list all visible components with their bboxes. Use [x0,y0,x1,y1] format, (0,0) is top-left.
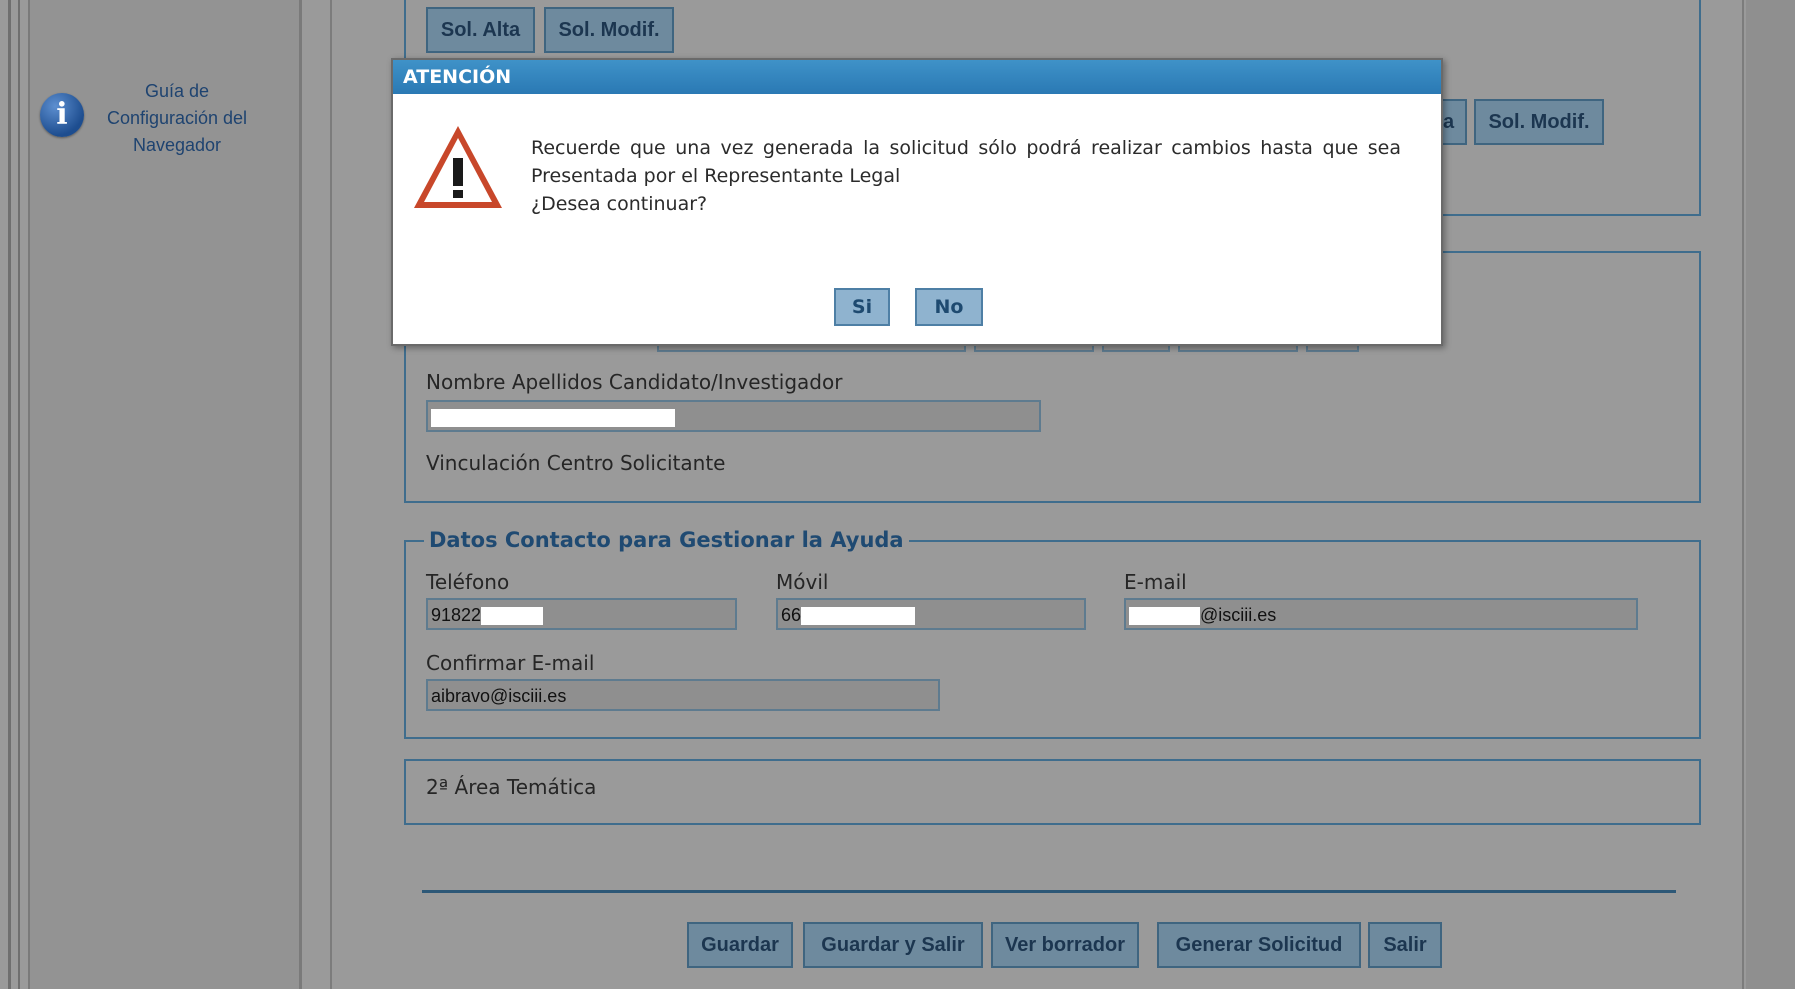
warning-icon [414,126,502,208]
movil-input[interactable]: 66 [776,598,1086,630]
ver-borrador-button[interactable]: Ver borrador [991,922,1139,968]
candidate-name-label: Nombre Apellidos Candidato/Investigador [426,370,843,394]
sidebar: i Guía de Configuración del Navegador [28,0,302,989]
confirmation-dialog: ATENCIÓN Recuerde que una vez generada l… [391,58,1443,346]
browser-config-guide-link[interactable]: Guía de Configuración del Navegador [102,78,252,159]
guardar-button[interactable]: Guardar [687,922,793,968]
email-label: E-mail [1124,570,1187,594]
dialog-title: ATENCIÓN [393,60,1441,94]
telefono-value: 91822 [431,605,482,625]
generar-solicitud-button[interactable]: Generar Solicitud [1157,922,1361,968]
dialog-message-line1: Recuerde que una vez generada la solicit… [531,137,1401,187]
candidate-name-input[interactable] [426,400,1041,432]
telefono-input[interactable]: 91822 [426,598,737,630]
dialog-message: Recuerde que una vez generada la solicit… [531,134,1401,218]
redacted-block [1129,607,1200,626]
email-input[interactable]: @isciii.es [1124,598,1638,630]
frame-line-left-2 [18,0,20,989]
right-scroll-area [1746,0,1795,989]
sol-modif-button[interactable]: Sol. Modif. [544,7,674,53]
confirm-email-value: aibravo@isciii.es [431,686,567,706]
redacted-block [431,409,675,428]
guardar-salir-button[interactable]: Guardar y Salir [803,922,983,968]
area-tematica-label: 2ª Área Temática [426,775,597,799]
redacted-block [801,607,916,626]
frame-line-left [8,0,11,989]
vinculacion-label: Vinculación Centro Solicitante [426,451,726,475]
dialog-yes-button[interactable]: Si [834,288,890,326]
guide-link-line2: Configuración del [106,108,248,128]
dialog-no-button[interactable]: No [915,288,983,326]
email-value: @isciii.es [1200,605,1277,625]
contact-section-legend: Datos Contacto para Gestionar la Ayuda [424,528,909,552]
guide-link-line1: Guía de [144,81,210,101]
redacted-block [481,607,544,626]
salir-button[interactable]: Salir [1368,922,1442,968]
movil-value: 66 [781,605,802,625]
sol-alta-button[interactable]: Sol. Alta [426,7,535,53]
footer-divider [422,890,1676,893]
telefono-label: Teléfono [426,570,510,594]
confirm-email-label: Confirmar E-mail [426,651,595,675]
guide-link-line3: Navegador [132,135,222,155]
dialog-message-line2: ¿Desea continuar? [531,193,708,215]
sol-modif-button-2[interactable]: Sol. Modif. [1474,99,1604,145]
area-tematica-section [404,759,1701,825]
confirm-email-input[interactable]: aibravo@isciii.es [426,679,940,711]
movil-label: Móvil [776,570,829,594]
info-icon: i [40,93,84,137]
